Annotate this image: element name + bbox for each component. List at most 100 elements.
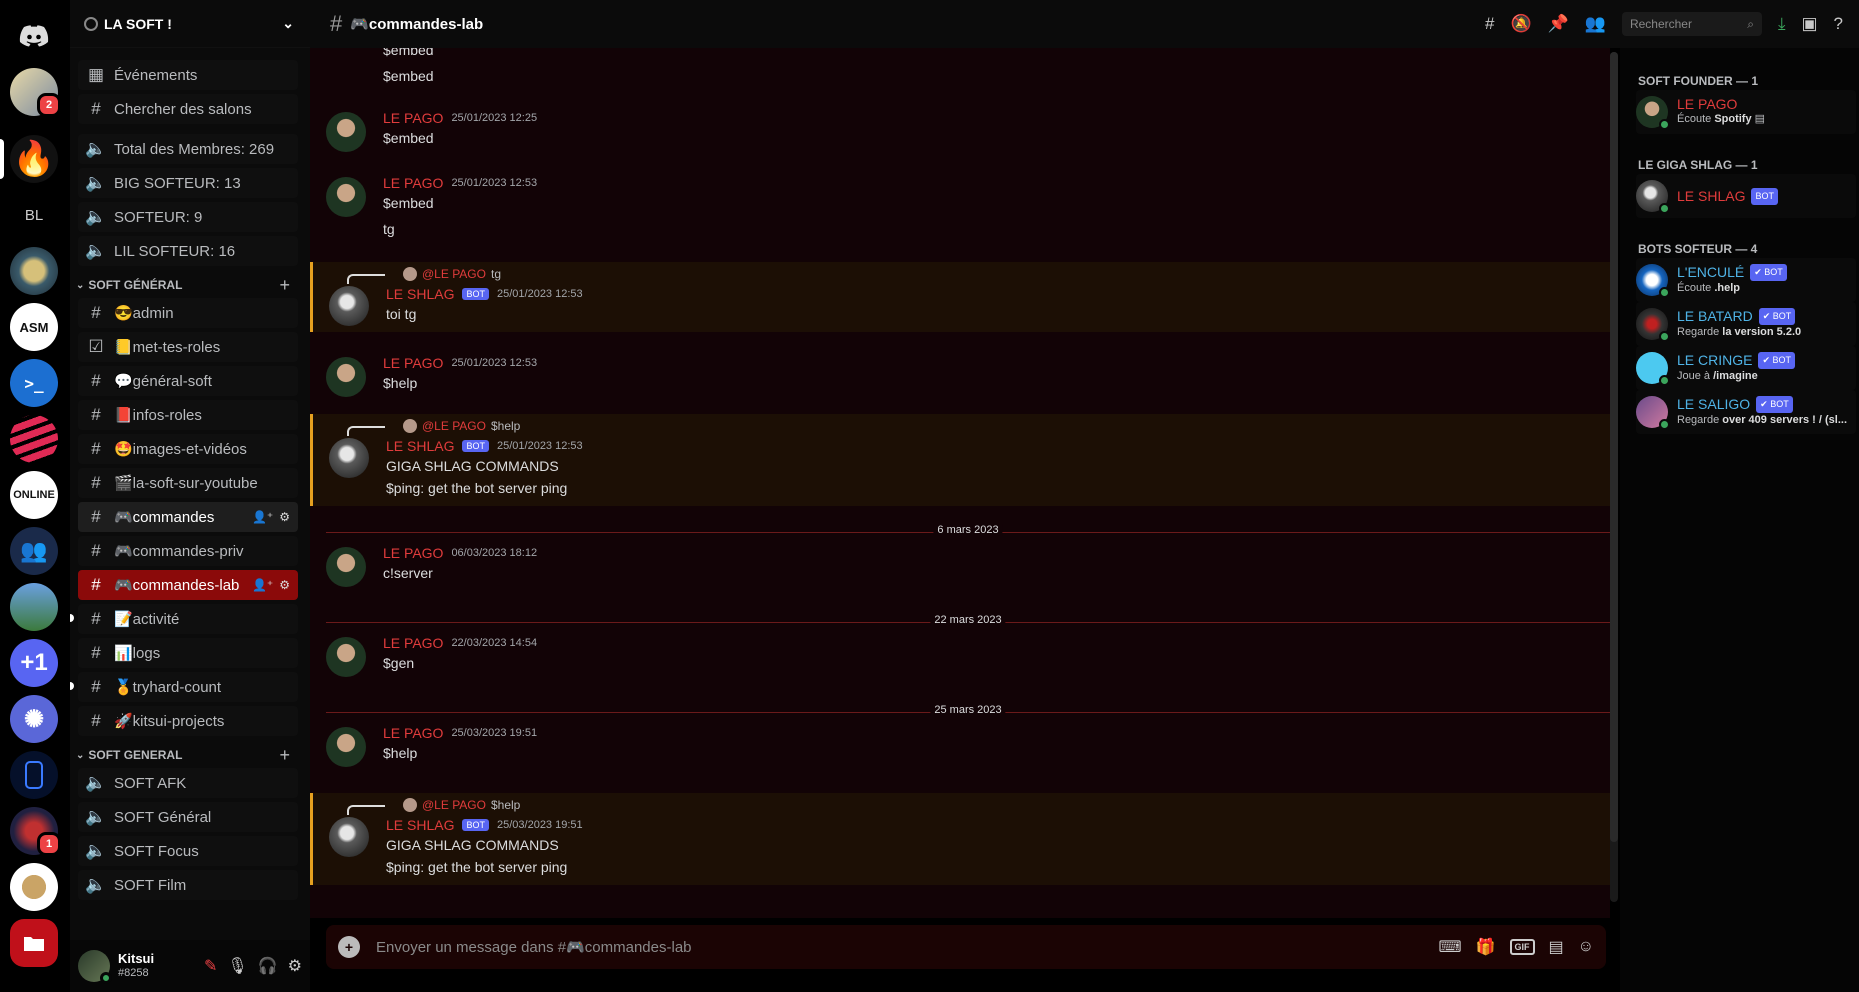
member-le-pago[interactable]: LE PAGO Écoute Spotify ▤ xyxy=(1636,90,1856,134)
settings-gear-icon[interactable]: ⚙ xyxy=(288,956,302,976)
scrollbar-thumb[interactable] xyxy=(1610,52,1618,842)
bot-avatar[interactable] xyxy=(329,286,369,326)
server-folder[interactable] xyxy=(10,919,58,967)
reply-message[interactable]: @LE PAGO tg LE SHLAG BOT 25/01/2023 12:53 t… xyxy=(310,262,1610,332)
server-stripes[interactable] xyxy=(10,415,58,463)
message[interactable]: LE PAGO 25/01/2023 12:53 $embed tg xyxy=(310,173,1610,253)
microphone-icon[interactable]: 🎙 xyxy=(227,956,247,976)
headphones-icon[interactable]: 🎧 xyxy=(258,956,278,976)
reply-text[interactable]: $help xyxy=(491,798,520,812)
sticker-icon[interactable]: ▤ xyxy=(1549,937,1564,957)
inbox-icon[interactable]: ▣ xyxy=(1801,14,1817,34)
server-plus-one[interactable]: +1 xyxy=(10,639,58,687)
message-scrollbar[interactable] xyxy=(1610,52,1618,902)
member-list-icon[interactable]: 👥 xyxy=(1585,14,1606,34)
member-bot-4[interactable]: LE SALIGO ✔ BOT Regarde over 409 servers … xyxy=(1636,390,1856,434)
message-author[interactable]: LE PAGO xyxy=(383,635,443,651)
message-author[interactable]: LE SHLAG xyxy=(386,817,454,833)
browse-channels-item[interactable]: # Chercher des salons xyxy=(78,94,298,124)
invite-icon[interactable]: 👤⁺ xyxy=(252,510,273,524)
user-avatar[interactable] xyxy=(326,727,366,767)
voice-soft-film[interactable]: 🔈 SOFT Film xyxy=(78,870,298,900)
keyboard-icon[interactable]: ⌨ xyxy=(1439,937,1462,957)
bot-avatar[interactable] xyxy=(329,817,369,857)
message[interactable]: LE PAGO 25/01/2023 12:53 $help xyxy=(310,353,1610,413)
message-author[interactable]: LE PAGO xyxy=(383,110,443,126)
server-terminal[interactable]: >_ xyxy=(10,359,58,407)
server-people[interactable]: 👥 xyxy=(10,527,58,575)
add-channel-icon[interactable]: + xyxy=(279,275,290,296)
gif-button[interactable]: GIF xyxy=(1509,939,1535,955)
stat-channel-lil[interactable]: 🔈 LIL SOFTEUR: 16 xyxy=(78,236,298,266)
message-author[interactable]: LE SHLAG xyxy=(386,438,454,454)
pin-icon[interactable]: 📌 xyxy=(1548,14,1569,34)
channel-commandes-priv[interactable]: # 🎮commandes-priv xyxy=(78,536,298,566)
gear-icon[interactable]: ⚙ xyxy=(279,578,290,592)
server-blue-can[interactable] xyxy=(10,751,58,799)
voice-soft-general[interactable]: 🔈 SOFT Général xyxy=(78,802,298,832)
channel-logs[interactable]: # 📊logs xyxy=(78,638,298,668)
reply-text[interactable]: tg xyxy=(491,267,501,281)
message-input[interactable] xyxy=(374,937,1439,957)
user-avatar[interactable] xyxy=(326,177,366,217)
user-avatar[interactable] xyxy=(326,357,366,397)
message-author[interactable]: LE PAGO xyxy=(383,355,443,371)
channel-tryhard-count[interactable]: # 🏅tryhard-count xyxy=(70,672,298,702)
member-bot-1[interactable]: L'ENCULÉ ✔ BOT Écoute .help xyxy=(1636,258,1856,302)
search-input[interactable]: Rechercher ⌕ xyxy=(1621,12,1762,36)
message-author[interactable]: LE PAGO xyxy=(383,175,443,191)
bot-avatar[interactable] xyxy=(329,438,369,478)
help-icon[interactable]: ? xyxy=(1834,14,1843,34)
user-avatar[interactable] xyxy=(326,112,366,152)
message-author[interactable]: LE SHLAG xyxy=(386,286,454,302)
channel-admin[interactable]: # 😎admin xyxy=(78,298,298,328)
server-openai[interactable]: ✺ xyxy=(10,695,58,743)
mute-bell-icon[interactable]: 🔕 xyxy=(1510,14,1531,34)
reply-text[interactable]: $help xyxy=(491,419,520,433)
voice-soft-afk[interactable]: 🔈 SOFT AFK xyxy=(78,768,298,798)
gift-icon[interactable]: 🎁 xyxy=(1476,937,1496,957)
member-bot-3[interactable]: LE CRINGE ✔ BOT Joue à /imagine xyxy=(1636,346,1856,390)
reply-author[interactable]: @LE PAGO xyxy=(422,798,486,812)
threads-icon[interactable]: # xyxy=(1485,14,1494,34)
server-asm[interactable]: ASM xyxy=(10,303,58,351)
stat-channel-softeur[interactable]: 🔈 SOFTEUR: 9 xyxy=(78,202,298,232)
category-soft-general[interactable]: ⌄ SOFT GÉNÉRAL + xyxy=(70,272,306,298)
reply-message[interactable]: @LE PAGO $help LE SHLAG BOT 25/03/2023 19:5… xyxy=(310,793,1610,885)
channel-met-tes-roles[interactable]: ☑ 📒met-tes-roles xyxy=(78,332,298,362)
stat-channel-big[interactable]: 🔈 BIG SOFTEUR: 13 xyxy=(78,168,298,198)
invite-icon[interactable]: 👤⁺ xyxy=(252,578,273,592)
message-author[interactable]: LE PAGO xyxy=(383,545,443,561)
user-avatar[interactable] xyxy=(326,637,366,677)
channel-activite[interactable]: # 📝activité xyxy=(70,604,298,634)
channel-infos-roles[interactable]: # 📕infos-roles xyxy=(78,400,298,430)
message[interactable]: LE PAGO 25/03/2023 19:51 $help xyxy=(310,723,1610,783)
channel-commandes-lab[interactable]: # 🎮commandes-lab 👤⁺ ⚙ xyxy=(78,570,298,600)
emoji-icon[interactable]: ☺ xyxy=(1578,938,1594,956)
streamer-mode-icon[interactable]: ✎ xyxy=(204,956,217,976)
message[interactable]: LE PAGO 25/01/2023 12:25 $embed xyxy=(310,108,1610,168)
download-icon[interactable]: ⤓ xyxy=(1778,14,1786,34)
message[interactable]: LE PAGO 22/03/2023 14:54 $gen xyxy=(310,633,1610,693)
server-stadium[interactable] xyxy=(10,583,58,631)
events-item[interactable]: ▦ Événements xyxy=(78,60,298,90)
add-channel-icon[interactable]: + xyxy=(279,745,290,766)
gear-icon[interactable]: ⚙ xyxy=(279,510,290,524)
reply-author[interactable]: @LE PAGO xyxy=(422,267,486,281)
voice-soft-focus[interactable]: 🔈 SOFT Focus xyxy=(78,836,298,866)
stat-channel-total[interactable]: 🔈 Total des Membres: 269 xyxy=(78,134,298,164)
server-online[interactable]: ONLINE xyxy=(10,471,58,519)
category-soft-general-voice[interactable]: ⌄ SOFT GENERAL + xyxy=(70,742,306,768)
user-avatar[interactable] xyxy=(78,950,112,984)
server-fire[interactable]: 🔥 xyxy=(0,135,58,183)
discord-home-button[interactable] xyxy=(10,12,58,60)
member-le-shlag[interactable]: LE SHLAG BOT xyxy=(1636,174,1856,218)
channel-kitsui-projects[interactable]: # 🚀kitsui-projects xyxy=(78,706,298,736)
server-bl[interactable]: BL xyxy=(10,191,58,239)
channel-general-soft[interactable]: # 💬général-soft xyxy=(78,366,298,396)
reply-message[interactable]: @LE PAGO $help LE SHLAG BOT 25/01/2023 12:5… xyxy=(310,414,1610,506)
server-hooded[interactable]: 1 xyxy=(10,807,61,856)
message[interactable]: LE PAGO 06/03/2023 18:12 c!server xyxy=(310,543,1610,603)
server-anime-avatar[interactable]: 2 xyxy=(10,68,61,117)
channel-images-et-videos[interactable]: # 🤩images-et-vidéos xyxy=(78,434,298,464)
